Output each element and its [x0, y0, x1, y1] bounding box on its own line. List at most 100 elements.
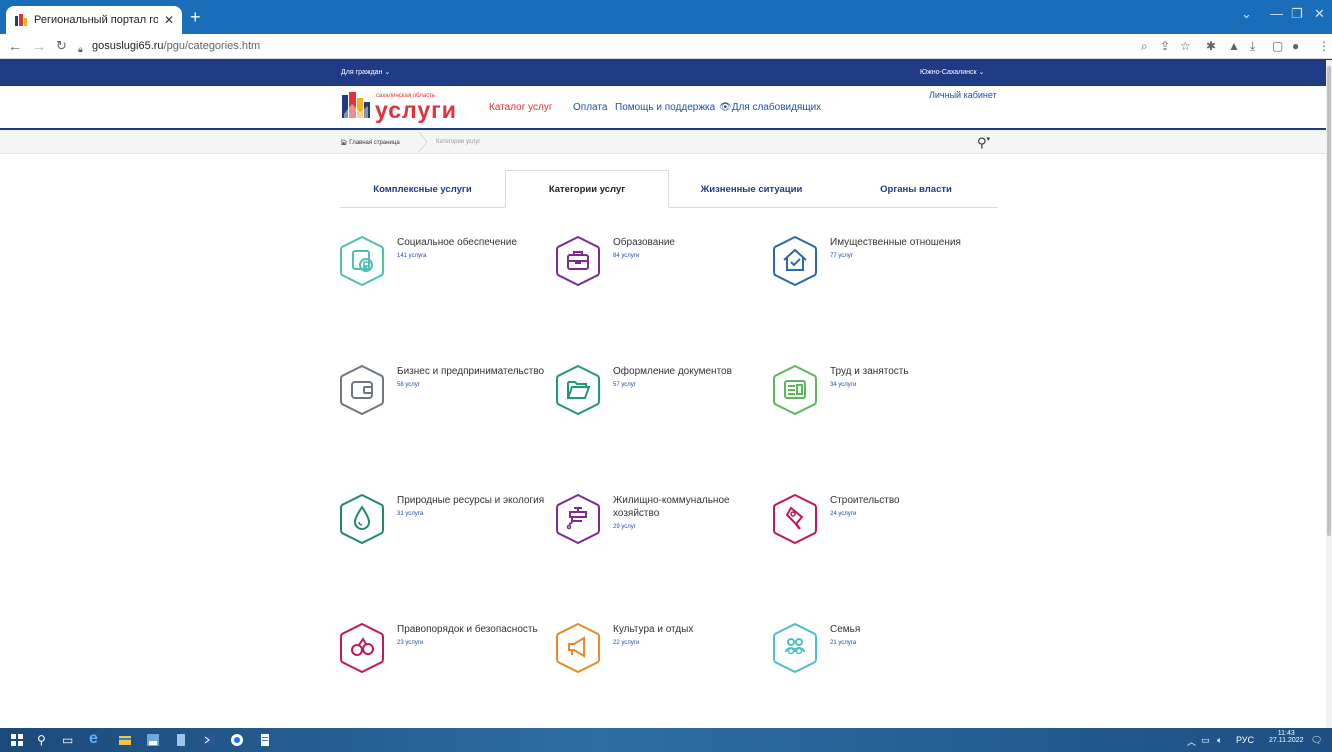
category-name[interactable]: Природные ресурсы и экология [397, 494, 547, 507]
category-name[interactable]: Строительство [830, 494, 980, 507]
category-card[interactable]: Природные ресурсы и экология 31 услуга [340, 494, 550, 574]
tab-authorities[interactable]: Органы власти [834, 170, 998, 208]
city-dropdown[interactable]: Южно-Сахалинск ⌄ [920, 68, 984, 76]
nav-accessibility[interactable]: 👁︎Для слабовидящих [719, 102, 821, 113]
category-card[interactable]: Оформление документов 57 услуг [556, 365, 766, 445]
nav-catalog[interactable]: Каталог услуг [489, 102, 553, 113]
tab-categories[interactable]: Категории услуг [505, 170, 669, 208]
notifications-icon[interactable]: 🗨︎ [1311, 735, 1322, 746]
reload-icon[interactable]: ↻ [56, 38, 67, 54]
category-name[interactable]: Образование [613, 236, 763, 249]
close-window-button[interactable]: ✕ [1314, 6, 1325, 22]
app-icon[interactable] [146, 733, 160, 747]
wallet-icon[interactable] [340, 365, 384, 415]
share-icon[interactable]: ⇪ [1160, 39, 1170, 53]
audience-dropdown[interactable]: Для граждан ⌄ [341, 68, 390, 76]
restore-button[interactable]: ❐ [1291, 6, 1303, 22]
new-tab-button[interactable]: + [190, 8, 201, 26]
water-drop-icon[interactable] [340, 494, 384, 544]
profile-avatar-icon[interactable]: ● [1292, 39, 1299, 53]
logo-text[interactable]: услуги [375, 98, 457, 122]
nav-help[interactable]: Помощь и поддержка [615, 102, 715, 113]
house-check-icon[interactable] [773, 236, 817, 286]
browser-tab[interactable]: Региональный портал государс ✕ [6, 6, 182, 34]
nav-accessibility-label: Для слабовидящих [731, 102, 822, 113]
bookmark-star-icon[interactable]: ☆ [1180, 39, 1191, 53]
category-count: 21 услуга [830, 640, 857, 646]
megaphone-icon[interactable] [556, 623, 600, 673]
url-field[interactable]: gosuslugi65.ru/pgu/categories.htm [92, 40, 260, 52]
faucet-icon[interactable] [556, 494, 600, 544]
category-card[interactable]: Социальное обеспечение 141 услуга [340, 236, 550, 316]
category-card[interactable]: Правопорядок и безопасность 23 услуги [340, 623, 550, 703]
category-card[interactable]: Культура и отдых 22 услуги [556, 623, 766, 703]
employment-card-icon[interactable] [773, 365, 817, 415]
category-name[interactable]: Культура и отдых [613, 623, 763, 636]
download-icon[interactable]: ⤓ [1250, 39, 1255, 53]
tab-life-situations[interactable]: Жизненные ситуации [669, 170, 834, 208]
close-tab-icon[interactable]: ✕ [164, 13, 174, 27]
page-scrollbar[interactable] [1326, 60, 1332, 728]
edge-icon[interactable]: e [89, 730, 103, 747]
tab-complex-services[interactable]: Комплексные услуги [340, 170, 505, 208]
breadcrumb-home-label: Главная страница [349, 140, 400, 146]
address-bar-row: ← → ↻ 🔒︎ gosuslugi65.ru/pgu/categories.h… [0, 34, 1332, 59]
site-top-bar: Для граждан ⌄ Южно-Сахалинск ⌄ [0, 59, 1332, 86]
category-card[interactable]: Имущественные отношения 77 услуг [773, 236, 983, 316]
sakhalin-emblem-icon[interactable] [342, 92, 370, 118]
file-explorer-icon[interactable] [118, 733, 132, 747]
input-language[interactable]: РУС [1236, 735, 1254, 745]
chevron-down-icon: ⌄ [978, 69, 985, 76]
category-count: 57 услуг [613, 382, 636, 388]
category-name[interactable]: Жилищно-коммунальное хозяйство [613, 494, 763, 520]
extensions-icon[interactable]: ✱ [1206, 39, 1216, 53]
briefcase-icon[interactable] [556, 236, 600, 286]
document-app-icon[interactable] [174, 733, 188, 747]
search-icon[interactable]: ⚲▾ [977, 135, 990, 151]
back-icon[interactable]: ← [8, 38, 22, 54]
minimize-button[interactable]: — [1270, 6, 1283, 21]
category-card[interactable]: Образование 84 услуги [556, 236, 766, 316]
clock[interactable]: 11:43 27.11.2022 [1269, 730, 1304, 744]
zoom-icon[interactable]: ⌕ [1141, 39, 1148, 53]
category-name[interactable]: Социальное обеспечение [397, 236, 547, 249]
side-panel-icon[interactable]: ▢ [1272, 39, 1283, 53]
handcuffs-icon[interactable] [340, 623, 384, 673]
personal-account-link[interactable]: Личный кабинет [929, 90, 997, 100]
tab-search-icon[interactable]: ⌄ [1241, 6, 1252, 22]
powershell-icon[interactable] [202, 733, 216, 747]
search-icon[interactable]: ⚲ [37, 733, 51, 747]
windows-start-icon[interactable] [10, 733, 24, 747]
category-name[interactable]: Труд и занятость [830, 365, 980, 378]
category-card[interactable]: Бизнес и предпринимательство 58 услуг [340, 365, 550, 445]
wallet-ruble-icon[interactable] [340, 236, 384, 286]
windows-taskbar: ⚲ ▭ e ︿ ▭ 🔈︎ РУС 11:43 27.11.2022 🗨︎ [0, 728, 1332, 752]
nav-payment[interactable]: Оплата [573, 102, 607, 113]
folder-icon[interactable] [556, 365, 600, 415]
tray-chevron-icon[interactable]: ︿ [1187, 735, 1196, 748]
chrome-icon[interactable] [230, 733, 244, 747]
task-view-icon[interactable]: ▭ [62, 733, 76, 747]
category-name[interactable]: Правопорядок и безопасность [397, 623, 547, 636]
network-icon[interactable]: ▭ [1201, 735, 1210, 746]
category-card[interactable]: Семья 21 услуга [773, 623, 983, 703]
breadcrumb-home[interactable]: 🏠︎ Главная страница [340, 139, 400, 146]
category-name[interactable]: Бизнес и предпринимательство [397, 365, 547, 378]
category-count: 23 услуги [397, 640, 424, 646]
scrollbar-thumb[interactable] [1327, 66, 1331, 536]
category-card[interactable]: Труд и занятость 34 услуги [773, 365, 983, 445]
family-icon[interactable] [773, 623, 817, 673]
extension-icon[interactable]: ▲ [1228, 39, 1240, 53]
notepad-icon[interactable] [258, 733, 272, 747]
site-favicon-icon [15, 14, 27, 26]
category-name[interactable]: Семья [830, 623, 980, 636]
category-card[interactable]: Строительство 24 услуги [773, 494, 983, 574]
trowel-icon[interactable] [773, 494, 817, 544]
category-name[interactable]: Имущественные отношения [830, 236, 980, 249]
menu-kebab-icon[interactable]: ⋮ [1318, 39, 1330, 53]
category-name[interactable]: Оформление документов [613, 365, 763, 378]
forward-icon[interactable]: → [32, 38, 46, 54]
volume-icon[interactable]: 🔈︎ [1217, 735, 1222, 746]
lock-icon[interactable]: 🔒︎ [78, 41, 83, 57]
category-card[interactable]: Жилищно-коммунальное хозяйство 29 услуг [556, 494, 766, 574]
